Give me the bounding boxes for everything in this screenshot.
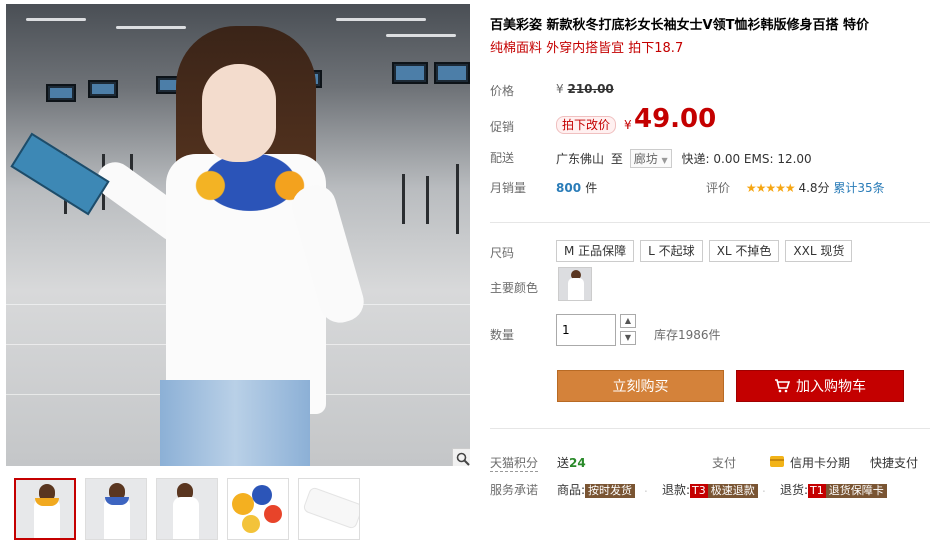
size-options: M 正品保障 L 不起球 XL 不掉色 XXL 现货 xyxy=(556,240,853,262)
review-count-link: 累计35条 xyxy=(833,181,885,195)
points-value: 送24 xyxy=(557,456,586,470)
size-option-m[interactable]: M 正品保障 xyxy=(556,240,635,262)
product-title: 百美彩姿 新款秋冬打底衫女长袖女士V领T恤衫韩版修身百搭 特价 xyxy=(490,18,869,33)
thumbnail-4[interactable] xyxy=(227,478,289,540)
stock-count: 库存1986件 xyxy=(654,328,721,342)
size-label: 尺码 xyxy=(490,246,515,260)
shipping-label: 配送 xyxy=(490,151,515,165)
size-option-l[interactable]: L 不起球 xyxy=(640,240,703,262)
thumbnail-1[interactable] xyxy=(14,478,76,540)
chevron-down-icon: ▼ xyxy=(661,156,668,165)
thumbnail-3[interactable] xyxy=(156,478,218,540)
quantity-decrement-icon[interactable]: ▼ xyxy=(620,331,636,345)
divider xyxy=(490,428,930,429)
service-label: 服务承诺 xyxy=(490,483,539,497)
size-option-xxl[interactable]: XXL 现货 xyxy=(785,240,853,262)
star-rating-icon: ★★★★★ xyxy=(745,181,796,195)
promo-price: 49.00 xyxy=(634,104,717,134)
cart-icon xyxy=(774,371,791,403)
thumbnail-5[interactable] xyxy=(298,478,360,540)
service-return[interactable]: 退货: T1 退货保障卡 xyxy=(780,481,887,498)
sales-label: 月销量 xyxy=(490,181,527,195)
size-option-xl[interactable]: XL 不掉色 xyxy=(708,240,780,262)
promo-label: 促销 xyxy=(490,120,515,134)
thumbnail-strip xyxy=(14,478,360,540)
destination-select[interactable]: 廊坊 ▼ xyxy=(629,149,672,168)
pay-label: 支付 xyxy=(712,456,737,470)
fast-pay[interactable]: 快捷支付 xyxy=(870,454,918,471)
sales-count: 800 件 xyxy=(556,181,598,195)
main-product-image[interactable] xyxy=(6,4,470,466)
add-to-cart-button[interactable]: 加入购物车 xyxy=(736,370,904,402)
buy-now-button[interactable]: 立刻购买 xyxy=(557,370,724,402)
shipping-info: 广东佛山 至 廊坊 ▼ 快递: 0.00 EMS: 12.00 xyxy=(556,149,812,168)
price-label: 价格 xyxy=(490,84,515,98)
promo-currency: ¥ xyxy=(624,118,632,132)
thumbnail-2[interactable] xyxy=(85,478,147,540)
color-swatch[interactable] xyxy=(558,267,592,301)
service-goods[interactable]: 商品: 按时发货 xyxy=(557,481,636,498)
credit-card-icon xyxy=(770,456,784,467)
zoom-icon[interactable] xyxy=(452,448,470,466)
divider xyxy=(490,222,930,223)
tmall-points-label[interactable]: 天猫积分 xyxy=(490,454,539,472)
rating[interactable]: 评价 ★★★★★ 4.8分 累计35条 xyxy=(706,179,885,196)
original-price: ¥ 210.00 xyxy=(556,82,614,96)
credit-installment[interactable]: 信用卡分期 xyxy=(790,454,850,471)
product-subtitle: 纯棉面料 外穿内搭皆宜 拍下18.7 xyxy=(490,41,684,56)
quantity-input[interactable] xyxy=(556,314,616,346)
color-label: 主要颜色 xyxy=(490,281,539,295)
service-refund[interactable]: 退款: T3 极速退款 xyxy=(662,481,758,498)
promo-badge: 拍下改价 xyxy=(556,116,617,134)
quantity-increment-icon[interactable]: ▲ xyxy=(620,314,636,328)
quantity-label: 数量 xyxy=(490,328,515,342)
